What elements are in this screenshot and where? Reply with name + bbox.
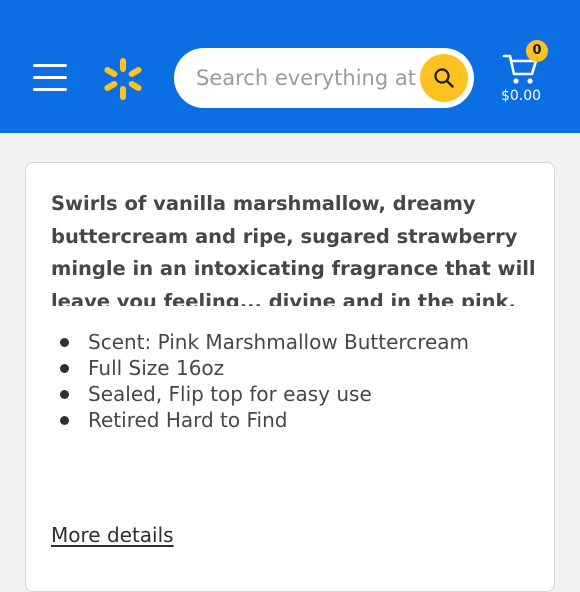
bullet-icon bbox=[60, 416, 69, 425]
hamburger-menu-icon[interactable] bbox=[33, 64, 67, 92]
bullet-icon bbox=[60, 390, 69, 399]
feature-text: Scent: Pink Marshmallow Buttercream bbox=[88, 330, 470, 354]
search-input[interactable] bbox=[196, 48, 418, 108]
feature-text: Sealed, Flip top for easy use bbox=[88, 382, 372, 406]
feature-item: Scent: Pink Marshmallow Buttercream bbox=[51, 329, 469, 355]
top-header: 0 $0.00 bbox=[0, 0, 580, 133]
description-container: Swirls of vanilla marshmallow, dreamy bu… bbox=[51, 188, 536, 306]
search-bar bbox=[174, 48, 474, 108]
cart-button[interactable]: 0 $0.00 bbox=[496, 40, 556, 110]
feature-text: Retired Hard to Find bbox=[88, 408, 288, 432]
feature-item: Retired Hard to Find bbox=[51, 407, 469, 433]
feature-list: Scent: Pink Marshmallow Buttercream Full… bbox=[51, 329, 469, 433]
cart-count-badge: 0 bbox=[526, 40, 548, 62]
bullet-icon bbox=[60, 364, 69, 373]
product-description: Swirls of vanilla marshmallow, dreamy bu… bbox=[51, 192, 536, 306]
feature-item: Full Size 16oz bbox=[51, 355, 469, 381]
feature-text: Full Size 16oz bbox=[88, 356, 225, 380]
walmart-spark-logo[interactable] bbox=[100, 56, 146, 102]
search-icon bbox=[434, 68, 454, 88]
more-details-link[interactable]: More details bbox=[51, 523, 174, 547]
bullet-icon bbox=[60, 338, 69, 347]
search-button[interactable] bbox=[420, 54, 468, 102]
cart-total: $0.00 bbox=[500, 88, 542, 104]
product-details-card: Swirls of vanilla marshmallow, dreamy bu… bbox=[25, 162, 555, 592]
feature-item: Sealed, Flip top for easy use bbox=[51, 381, 469, 407]
